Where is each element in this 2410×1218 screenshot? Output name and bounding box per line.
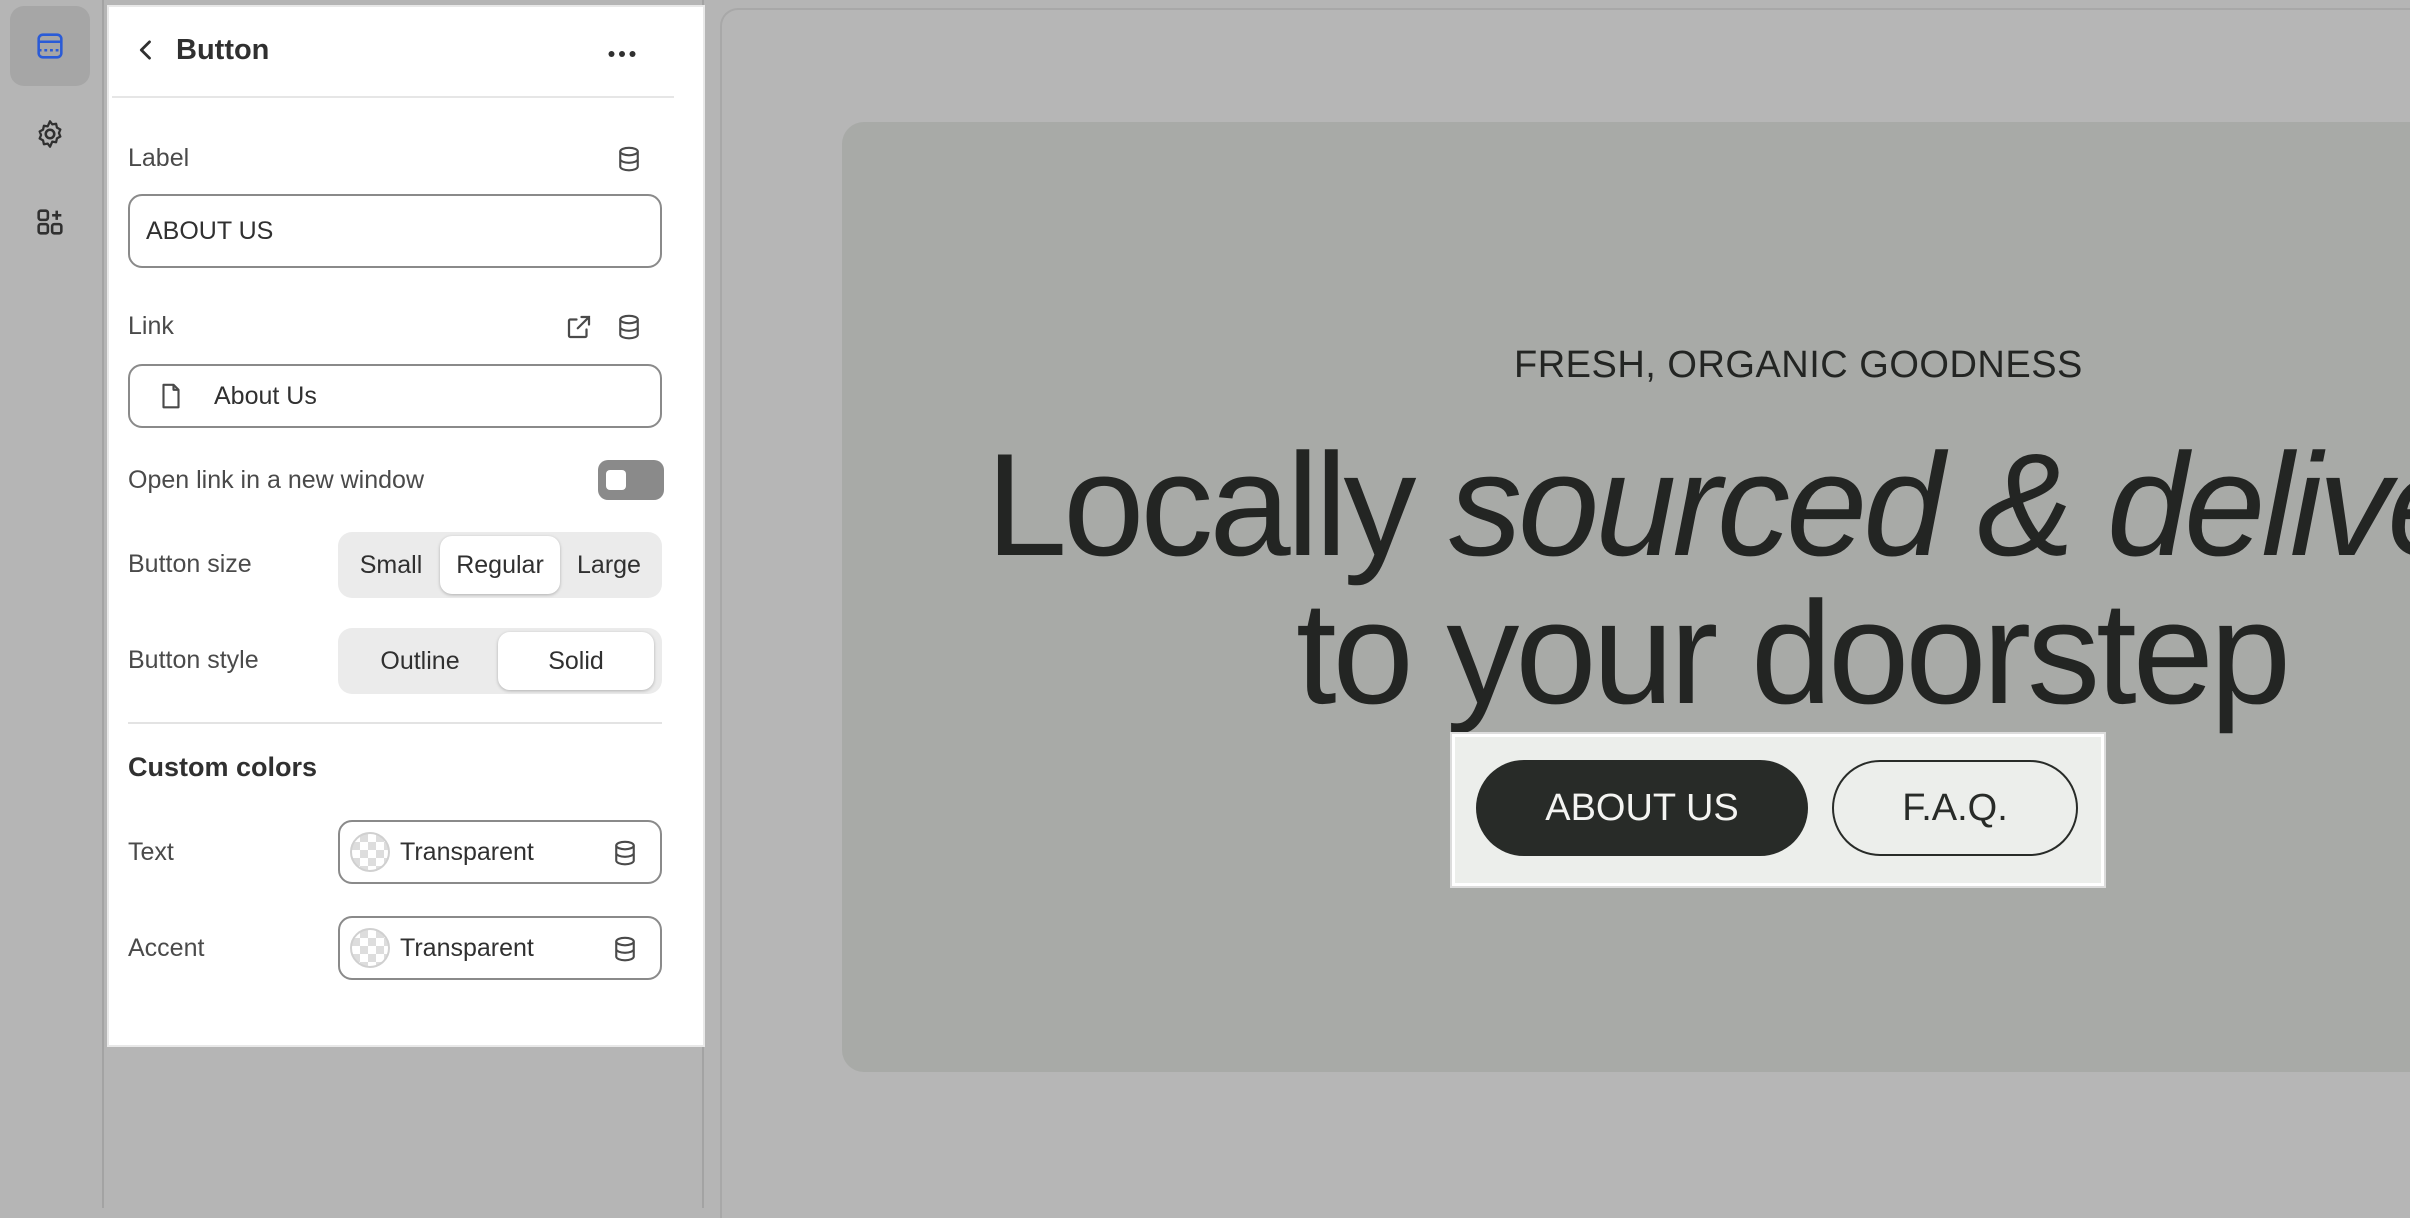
dynamic-source-button-text-color[interactable] [608,836,642,870]
open-link-button[interactable] [562,310,596,344]
database-icon [619,314,639,340]
external-link-icon [567,315,591,339]
back-button[interactable] [128,32,164,68]
section-divider [128,722,662,724]
database-icon [615,840,635,866]
sections-icon [37,33,63,59]
text-color-value: Transparent [400,837,534,866]
database-icon [615,936,635,962]
gear-icon [38,120,62,148]
size-option-small[interactable]: Small [342,536,440,594]
text-color-picker[interactable]: Transparent [338,820,662,884]
panel-header: Button [112,10,674,98]
headline-italic: sourced & deliver [1449,423,2410,586]
style-option-outline[interactable]: Outline [342,632,498,690]
link-value: About Us [214,381,317,410]
accent-color-value: Transparent [400,933,534,962]
link-field-label: Link [128,312,174,340]
custom-colors-title: Custom colors [128,752,318,782]
ellipsis-icon [608,51,636,57]
more-options-button[interactable] [602,34,642,74]
apps-icon [37,209,63,235]
label-field-label: Label [128,144,190,172]
button-size-selector: Small Regular Large [338,532,662,598]
dynamic-source-button-label[interactable] [612,142,646,176]
style-option-solid[interactable]: Solid [498,632,654,690]
button-size-label: Button size [128,550,252,578]
transparent-swatch [350,832,390,872]
about-us-button[interactable]: ABOUT US [1476,760,1808,856]
open-new-window-toggle[interactable] [598,460,664,500]
dynamic-source-button-accent-color[interactable] [608,932,642,966]
dynamic-source-button-link[interactable] [612,310,646,344]
hero-headline-line2: to your doorstep [1296,571,2291,734]
panel-title: Button [176,34,270,66]
hero-eyebrow: FRESH, ORGANIC GOODNESS [1514,344,2083,386]
rail-apps-button[interactable] [10,182,90,262]
text-color-label: Text [128,838,174,866]
transparent-swatch [350,928,390,968]
rail-settings-button[interactable] [10,94,90,174]
open-new-window-label: Open link in a new window [128,466,424,494]
rail-sections-button[interactable] [10,6,90,86]
faq-button[interactable]: F.A.Q. [1832,760,2078,856]
accent-color-picker[interactable]: Transparent [338,916,662,980]
link-input[interactable]: About Us [128,364,662,428]
database-icon [619,146,639,172]
button-style-selector: Outline Solid [338,628,662,694]
label-input[interactable]: ABOUT US [128,194,662,268]
size-option-large[interactable]: Large [560,536,658,594]
button-settings-panel: Button Label ABOUT US Link About Us Open… [109,7,703,1045]
size-option-regular[interactable]: Regular [440,536,560,594]
chevron-left-icon [139,40,151,60]
app-rail [0,0,104,1208]
hero-headline-line1: Locally sourced & deliver [986,430,2410,580]
page-icon [162,383,180,409]
button-style-label: Button style [128,646,259,674]
headline-regular: Locally [986,423,1450,586]
accent-color-label: Accent [128,934,205,962]
